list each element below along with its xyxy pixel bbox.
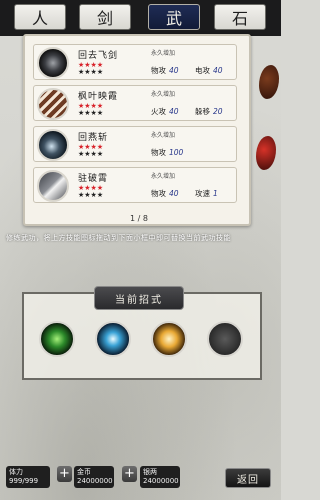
stamina-label: 体力 (9, 468, 23, 476)
swirl-slash-icon (37, 129, 69, 161)
skill-stars: ★★★★ ★★★★ (78, 184, 104, 199)
silver-value: 24000000 (143, 477, 179, 485)
tab-character[interactable]: 人 (14, 4, 66, 30)
section-title: 当前招式 (94, 286, 184, 310)
skill-list-panel: 回去飞剑 ★★★★ ★★★★ 永久增加 物攻 40 电攻 40 枫叶映霞 ★★★★ ★★… (23, 34, 251, 226)
silver-display: 银两 24000000 (140, 466, 180, 488)
green-energy-icon[interactable] (39, 321, 75, 357)
wing-strike-icon (37, 170, 69, 202)
tab-martial-arts[interactable]: 武 (148, 4, 200, 30)
skill-stars: ★★★★ ★★★★ (78, 102, 104, 117)
gold-label: 金币 (77, 468, 91, 476)
gold-display: 金币 24000000 (74, 466, 114, 488)
stamina-display: 体力 999/999 (6, 466, 50, 488)
stat-1: 物攻 40 (151, 189, 179, 198)
skill-name: 回燕斩 (78, 133, 109, 143)
silver-label: 银两 (143, 468, 157, 476)
skill-card[interactable]: 回去飞剑 ★★★★ ★★★★ 永久增加 物攻 40 电攻 40 (33, 44, 237, 80)
skill-card[interactable]: 枫叶映霞 ★★★★ ★★★★ 永久增加 火攻 40 躲移 20 (33, 85, 237, 121)
stat-2: 攻速 1 (195, 189, 218, 198)
add-stamina-button[interactable]: + (57, 466, 72, 482)
skill-name: 回去飞剑 (78, 51, 119, 61)
page-indicator: 1 / 8 (130, 214, 148, 223)
skill-stars: ★★★★ ★★★★ (78, 143, 104, 158)
skill-stars: ★★★★ ★★★★ (78, 61, 104, 76)
perm-label: 永久增加 (151, 91, 176, 98)
stat-2: 躲移 20 (195, 107, 223, 116)
skill-card[interactable]: 驻破霄 ★★★★ ★★★★ 永久增加 物攻 40 攻速 1 (33, 167, 237, 203)
tab-bar: 人 剑 武 石 (0, 0, 281, 36)
skill-name: 驻破霄 (78, 174, 109, 184)
blue-lightning-icon[interactable] (95, 321, 131, 357)
add-gold-button[interactable]: + (122, 466, 137, 482)
back-button[interactable]: 返回 (225, 468, 271, 488)
spiral-wheel-icon (37, 47, 69, 79)
gold-value: 24000000 (77, 477, 113, 485)
golden-wave-icon[interactable] (151, 321, 187, 357)
perm-label: 永久增加 (151, 132, 176, 139)
tab-stone[interactable]: 石 (214, 4, 266, 30)
skill-name: 枫叶映霞 (78, 92, 119, 102)
stat-1: 物攻 100 (151, 148, 184, 157)
perm-label: 永久增加 (151, 173, 176, 180)
claw-slash-icon (37, 88, 69, 120)
stamina-value: 999/999 (9, 477, 39, 485)
stat-1: 物攻 40 (151, 66, 179, 75)
perm-label: 永久增加 (151, 50, 176, 57)
skill-card[interactable]: 回燕斩 ★★★★ ★★★★ 永久增加 物攻 100 (33, 126, 237, 162)
stat-1: 火攻 40 (151, 107, 179, 116)
empty-slot-icon[interactable] (207, 321, 243, 357)
tab-sword[interactable]: 剑 (79, 4, 131, 30)
instruction-text: 修练武功，将上方技能图标拖动到下面小框中即可替换当前武功技能 (6, 234, 231, 242)
stat-2: 电攻 40 (195, 66, 223, 75)
